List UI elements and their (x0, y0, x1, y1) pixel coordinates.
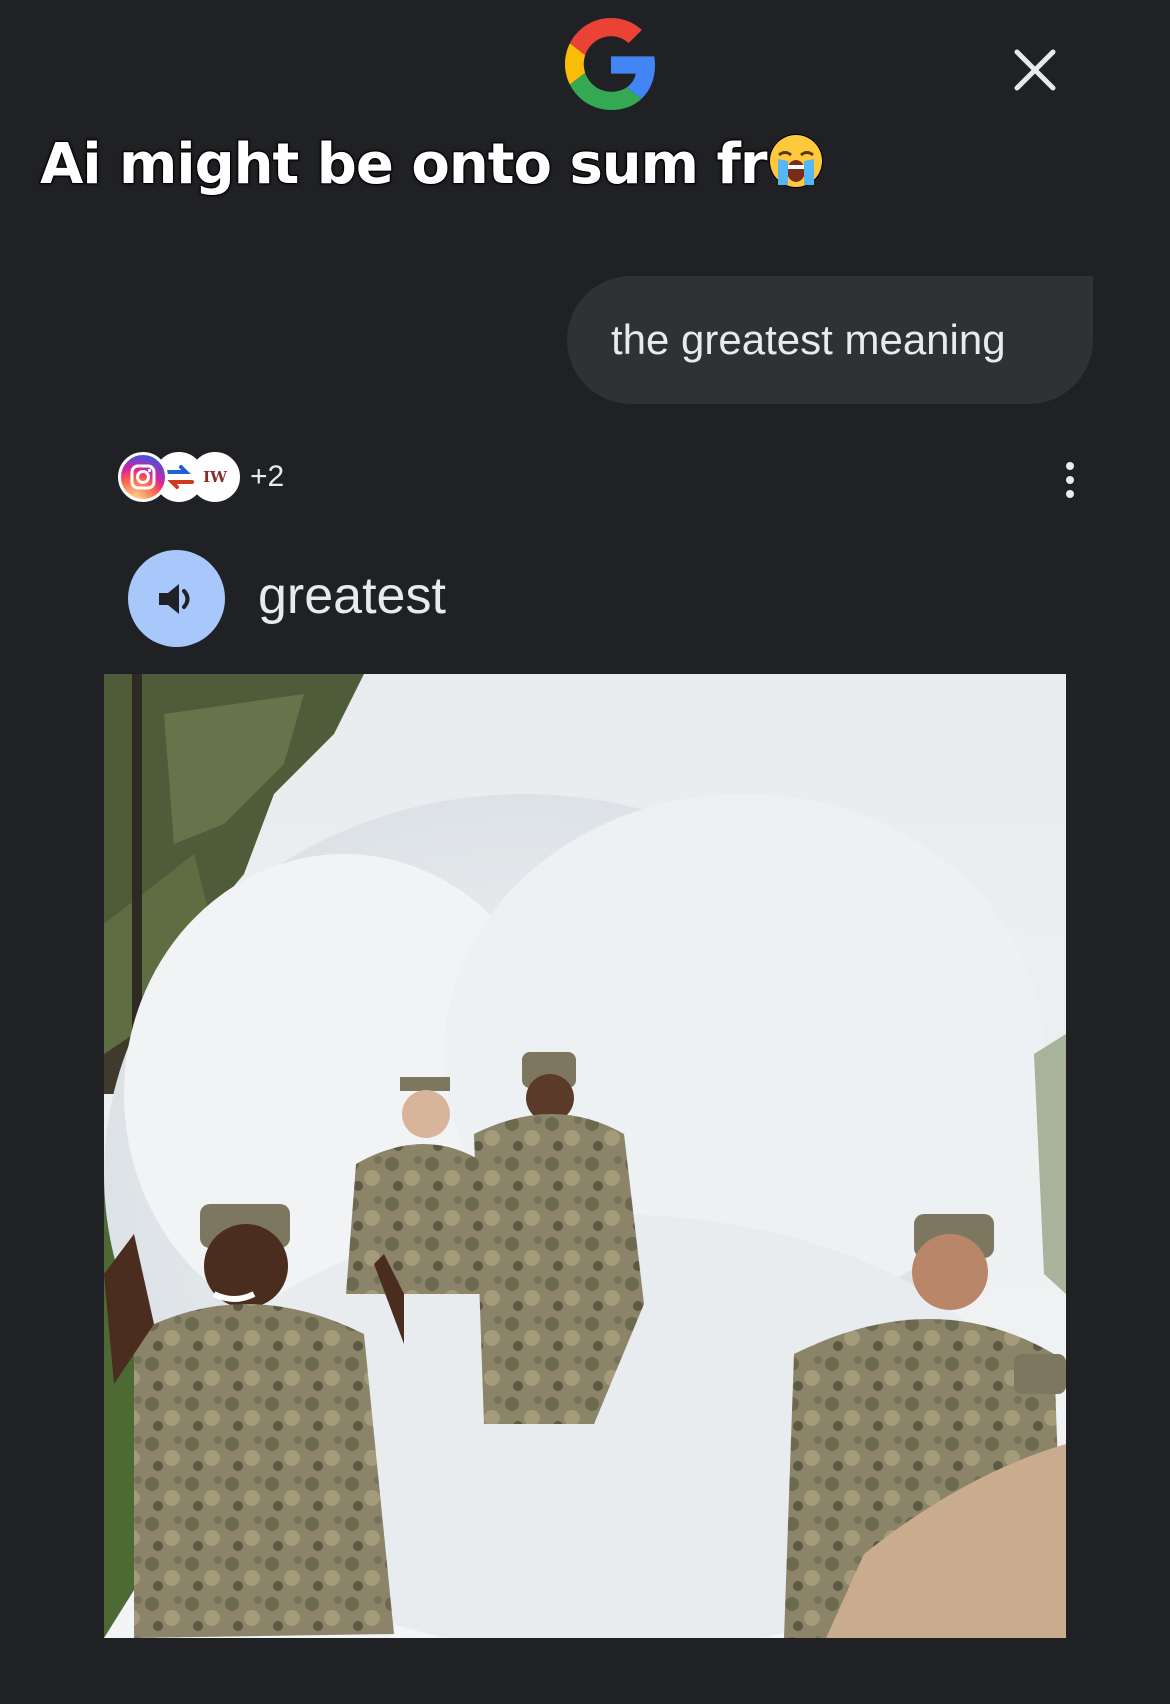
screen: Ai might be onto sum fr the greatest mea… (0, 0, 1170, 1704)
soldiers-in-smoke-photo (104, 674, 1066, 1638)
pronounce-button[interactable] (128, 550, 225, 647)
google-logo (565, 18, 657, 110)
overlay-caption: Ai might be onto sum fr (39, 131, 824, 203)
query-bubble[interactable]: the greatest meaning (567, 276, 1093, 404)
instagram-icon (118, 452, 168, 502)
more-vert-icon (1066, 462, 1074, 470)
caption-text: Ai might be onto sum fr (39, 131, 768, 198)
close-button[interactable] (1003, 38, 1067, 102)
defined-word: greatest (258, 567, 446, 625)
query-text: the greatest meaning (611, 316, 1006, 363)
sources-row[interactable]: IW +2 (118, 449, 284, 505)
source-count: +2 (250, 460, 285, 493)
more-options-button[interactable] (1050, 455, 1090, 505)
speaker-icon (158, 583, 189, 614)
source-3-label: IW (203, 468, 227, 486)
crying-face-emoji-icon (768, 133, 824, 203)
close-icon (1014, 49, 1056, 91)
